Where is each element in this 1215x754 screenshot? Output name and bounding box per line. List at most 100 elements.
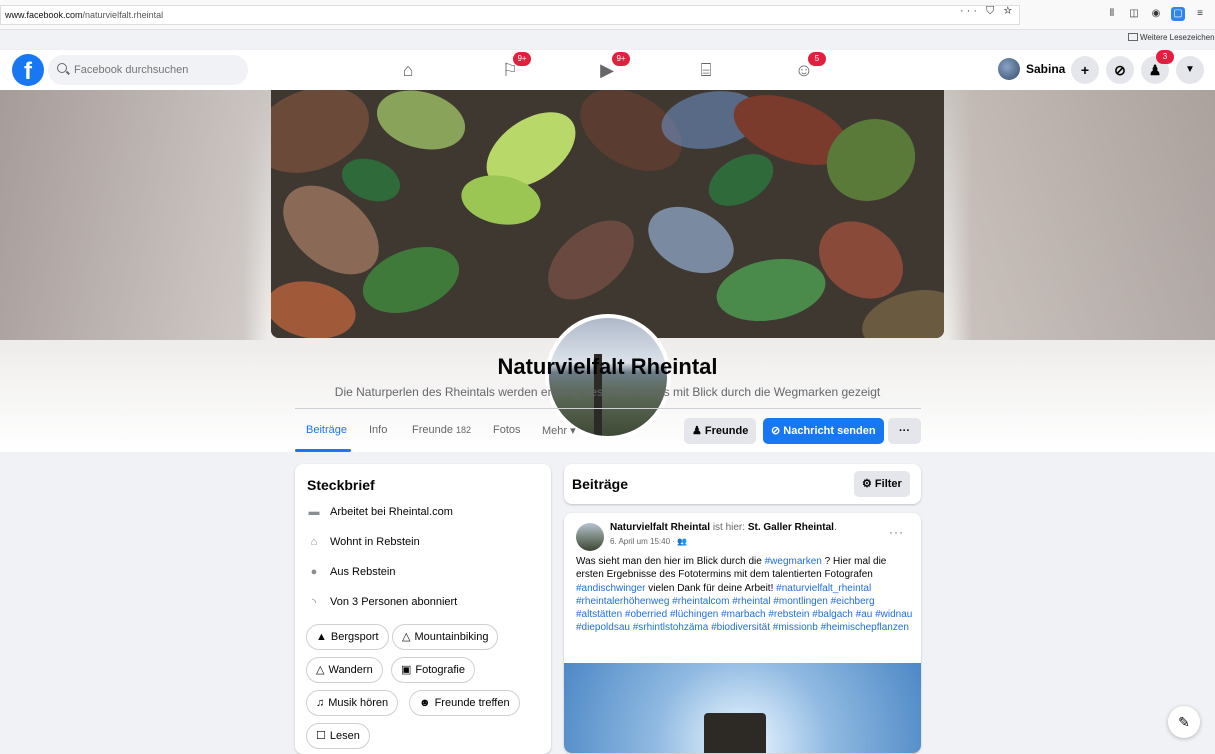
info-value[interactable]: Rheintal.com [389, 506, 453, 518]
post-location-prefix: ist hier: [712, 522, 746, 533]
post-date: 6. April um 15:40 · [610, 537, 675, 546]
page-description: Die Naturperlen des Rheintals werden ent… [334, 385, 881, 399]
page-title: Naturvielfalt Rheintal [497, 354, 718, 379]
post-text-thanks: vielen Dank für deine Arbeit! [648, 582, 774, 594]
nav-home-icon[interactable]: ⌂ [396, 58, 420, 82]
post-options-button[interactable]: ··· [889, 525, 904, 539]
divider [295, 408, 921, 409]
camera-icon: ▣ [401, 664, 412, 676]
url-path: /naturvielfalt.rheintal [82, 10, 164, 20]
info-row-followers: ◝ Von 3 Personen abonniert [307, 596, 457, 609]
info-value[interactable]: Rebstein [352, 566, 395, 578]
hobby-label: Musik hören [328, 697, 389, 709]
folder-icon [1128, 33, 1138, 41]
friends-button[interactable]: ♟ Freunde [684, 418, 757, 444]
hobby-label: Fotografie [415, 664, 465, 676]
hobby-chip[interactable]: ☻ Freunde treffen [409, 690, 520, 716]
post-author[interactable]: Naturvielfalt Rheintal [610, 522, 710, 533]
extension-icon[interactable]: ▢ [1171, 7, 1185, 21]
active-tab-indicator [295, 449, 351, 452]
hobby-label: Freunde treffen [434, 697, 510, 709]
user-name: Sabina [1026, 62, 1066, 76]
info-row-work: ▬ Arbeitet bei Rheintal.com [307, 506, 453, 518]
info-text: Aus Rebstein [330, 566, 395, 578]
triangle-icon: △ [402, 631, 411, 643]
sliders-icon: ⚙ [862, 478, 875, 490]
cover-photo[interactable] [271, 90, 944, 338]
library-icon[interactable]: ⦀ [1105, 7, 1119, 21]
hobby-label: Bergsport [330, 631, 379, 643]
post-image[interactable] [564, 663, 921, 753]
intro-card: Steckbrief ▬ Arbeitet bei Rheintal.com ⌂… [295, 464, 551, 754]
post-text: Was sieht man den hier im Blick durch di… [576, 555, 916, 635]
hobby-label: Mountainbiking [414, 631, 489, 643]
hobby-chip[interactable]: ▣ Fotografie [391, 657, 475, 683]
mountain-icon: ▲ [316, 631, 327, 643]
hobby-chip[interactable]: ♫ Musik hören [306, 690, 399, 716]
account-menu-chevron-icon[interactable]: ▼ [1176, 56, 1204, 84]
info-prefix: Von [330, 596, 349, 608]
facebook-header: f ⌂ ⚐ 9+ ▶ 9+ ⌸ ☺ 5 Sabina + ⊘ ♟ 3 ▼ [0, 50, 1215, 90]
tab-more[interactable]: Mehr ▾ [542, 424, 576, 437]
person-icon: ♟ [692, 425, 705, 437]
info-suffix: abonniert [411, 596, 458, 608]
post-author-line: Naturvielfalt Rheintal ist hier: St. Gal… [610, 522, 880, 533]
people-icon: ☻ [419, 697, 431, 709]
url-domain: www.facebook.com [5, 10, 83, 20]
search-input[interactable] [48, 55, 248, 85]
info-text: Von 3 Personen abonniert [330, 596, 457, 608]
account-icon[interactable]: ◉ [1149, 7, 1163, 21]
tab-friends[interactable]: Freunde 182 [412, 424, 471, 436]
wegmarke-silhouette [704, 713, 766, 753]
nav-marketplace-icon[interactable]: ⌸ [694, 58, 718, 82]
bookmarks-folder[interactable]: Weitere Lesezeichen [1128, 33, 1215, 42]
facebook-logo-icon[interactable]: f [12, 54, 44, 86]
info-prefix: Arbeitet bei [330, 506, 386, 518]
briefcase-icon: ▬ [308, 506, 320, 518]
friends-button-label: Freunde [704, 425, 749, 437]
hobby-chip[interactable]: ☐ Lesen [306, 723, 370, 749]
menu-icon[interactable]: ≡ [1193, 7, 1207, 21]
post-location-dot: . [833, 522, 837, 533]
compose-message-icon[interactable]: ✎ [1168, 706, 1200, 738]
url-bar[interactable]: www.facebook.com/naturvielfalt.rheintal [0, 5, 1020, 25]
book-icon: ☐ [316, 730, 326, 742]
avatar[interactable] [576, 523, 604, 551]
post-text-intro: Was sieht man den hier im Blick durch di… [576, 556, 762, 567]
hobby-chip[interactable]: △ Wandern [306, 657, 383, 683]
send-message-button[interactable]: ⊘ Nachricht senden [763, 418, 884, 444]
info-prefix: Aus [330, 566, 349, 578]
messenger-icon[interactable]: ⊘ [1106, 56, 1134, 84]
hobby-chip[interactable]: ▲ Bergsport [306, 624, 389, 650]
create-button[interactable]: + [1071, 56, 1099, 84]
info-text: Arbeitet bei Rheintal.com [330, 506, 453, 518]
friends-audience-icon: 👥 [677, 537, 688, 546]
page-actions-icons[interactable]: ··· ⛉ ☆ [960, 5, 1015, 18]
posts-title: Beiträge [572, 476, 629, 492]
hobby-label: Lesen [329, 730, 360, 742]
hashtag-link[interactable]: #wegmarken [765, 556, 822, 567]
info-value[interactable]: 3 Personen [352, 596, 408, 608]
bookmarks-label: Weitere Lesezeichen [1140, 33, 1215, 42]
post-timestamp[interactable]: 6. April um 15:40 · 👥 [610, 537, 687, 546]
filter-label: Filter [874, 478, 902, 490]
info-text: Wohnt in Rebstein [330, 536, 420, 548]
tab-photos[interactable]: Fotos [493, 424, 521, 436]
post-location[interactable]: St. Galler Rheintal [748, 522, 834, 533]
send-message-label: Nachricht senden [783, 425, 876, 437]
hashtag-link[interactable]: #andischwinger [576, 583, 646, 594]
tab-posts[interactable]: Beiträge [306, 424, 347, 436]
info-prefix: Wohnt in [330, 536, 374, 548]
filter-button[interactable]: ⚙ Filter [854, 471, 910, 497]
info-row-home: ⌂ Wohnt in Rebstein [307, 536, 420, 548]
nav-pages-badge: 9+ [513, 52, 531, 66]
profile-chip[interactable]: Sabina [998, 58, 1065, 80]
avatar [998, 58, 1020, 80]
more-options-button[interactable]: ··· [888, 418, 921, 444]
hobby-chip[interactable]: △ Mountainbiking [392, 624, 499, 650]
info-value[interactable]: Rebstein [376, 536, 419, 548]
tab-info[interactable]: Info [369, 424, 387, 436]
tab-friends-label: Freunde [412, 424, 453, 436]
rss-icon: ◝ [311, 597, 317, 609]
sidebar-icon[interactable]: ◫ [1127, 7, 1141, 21]
